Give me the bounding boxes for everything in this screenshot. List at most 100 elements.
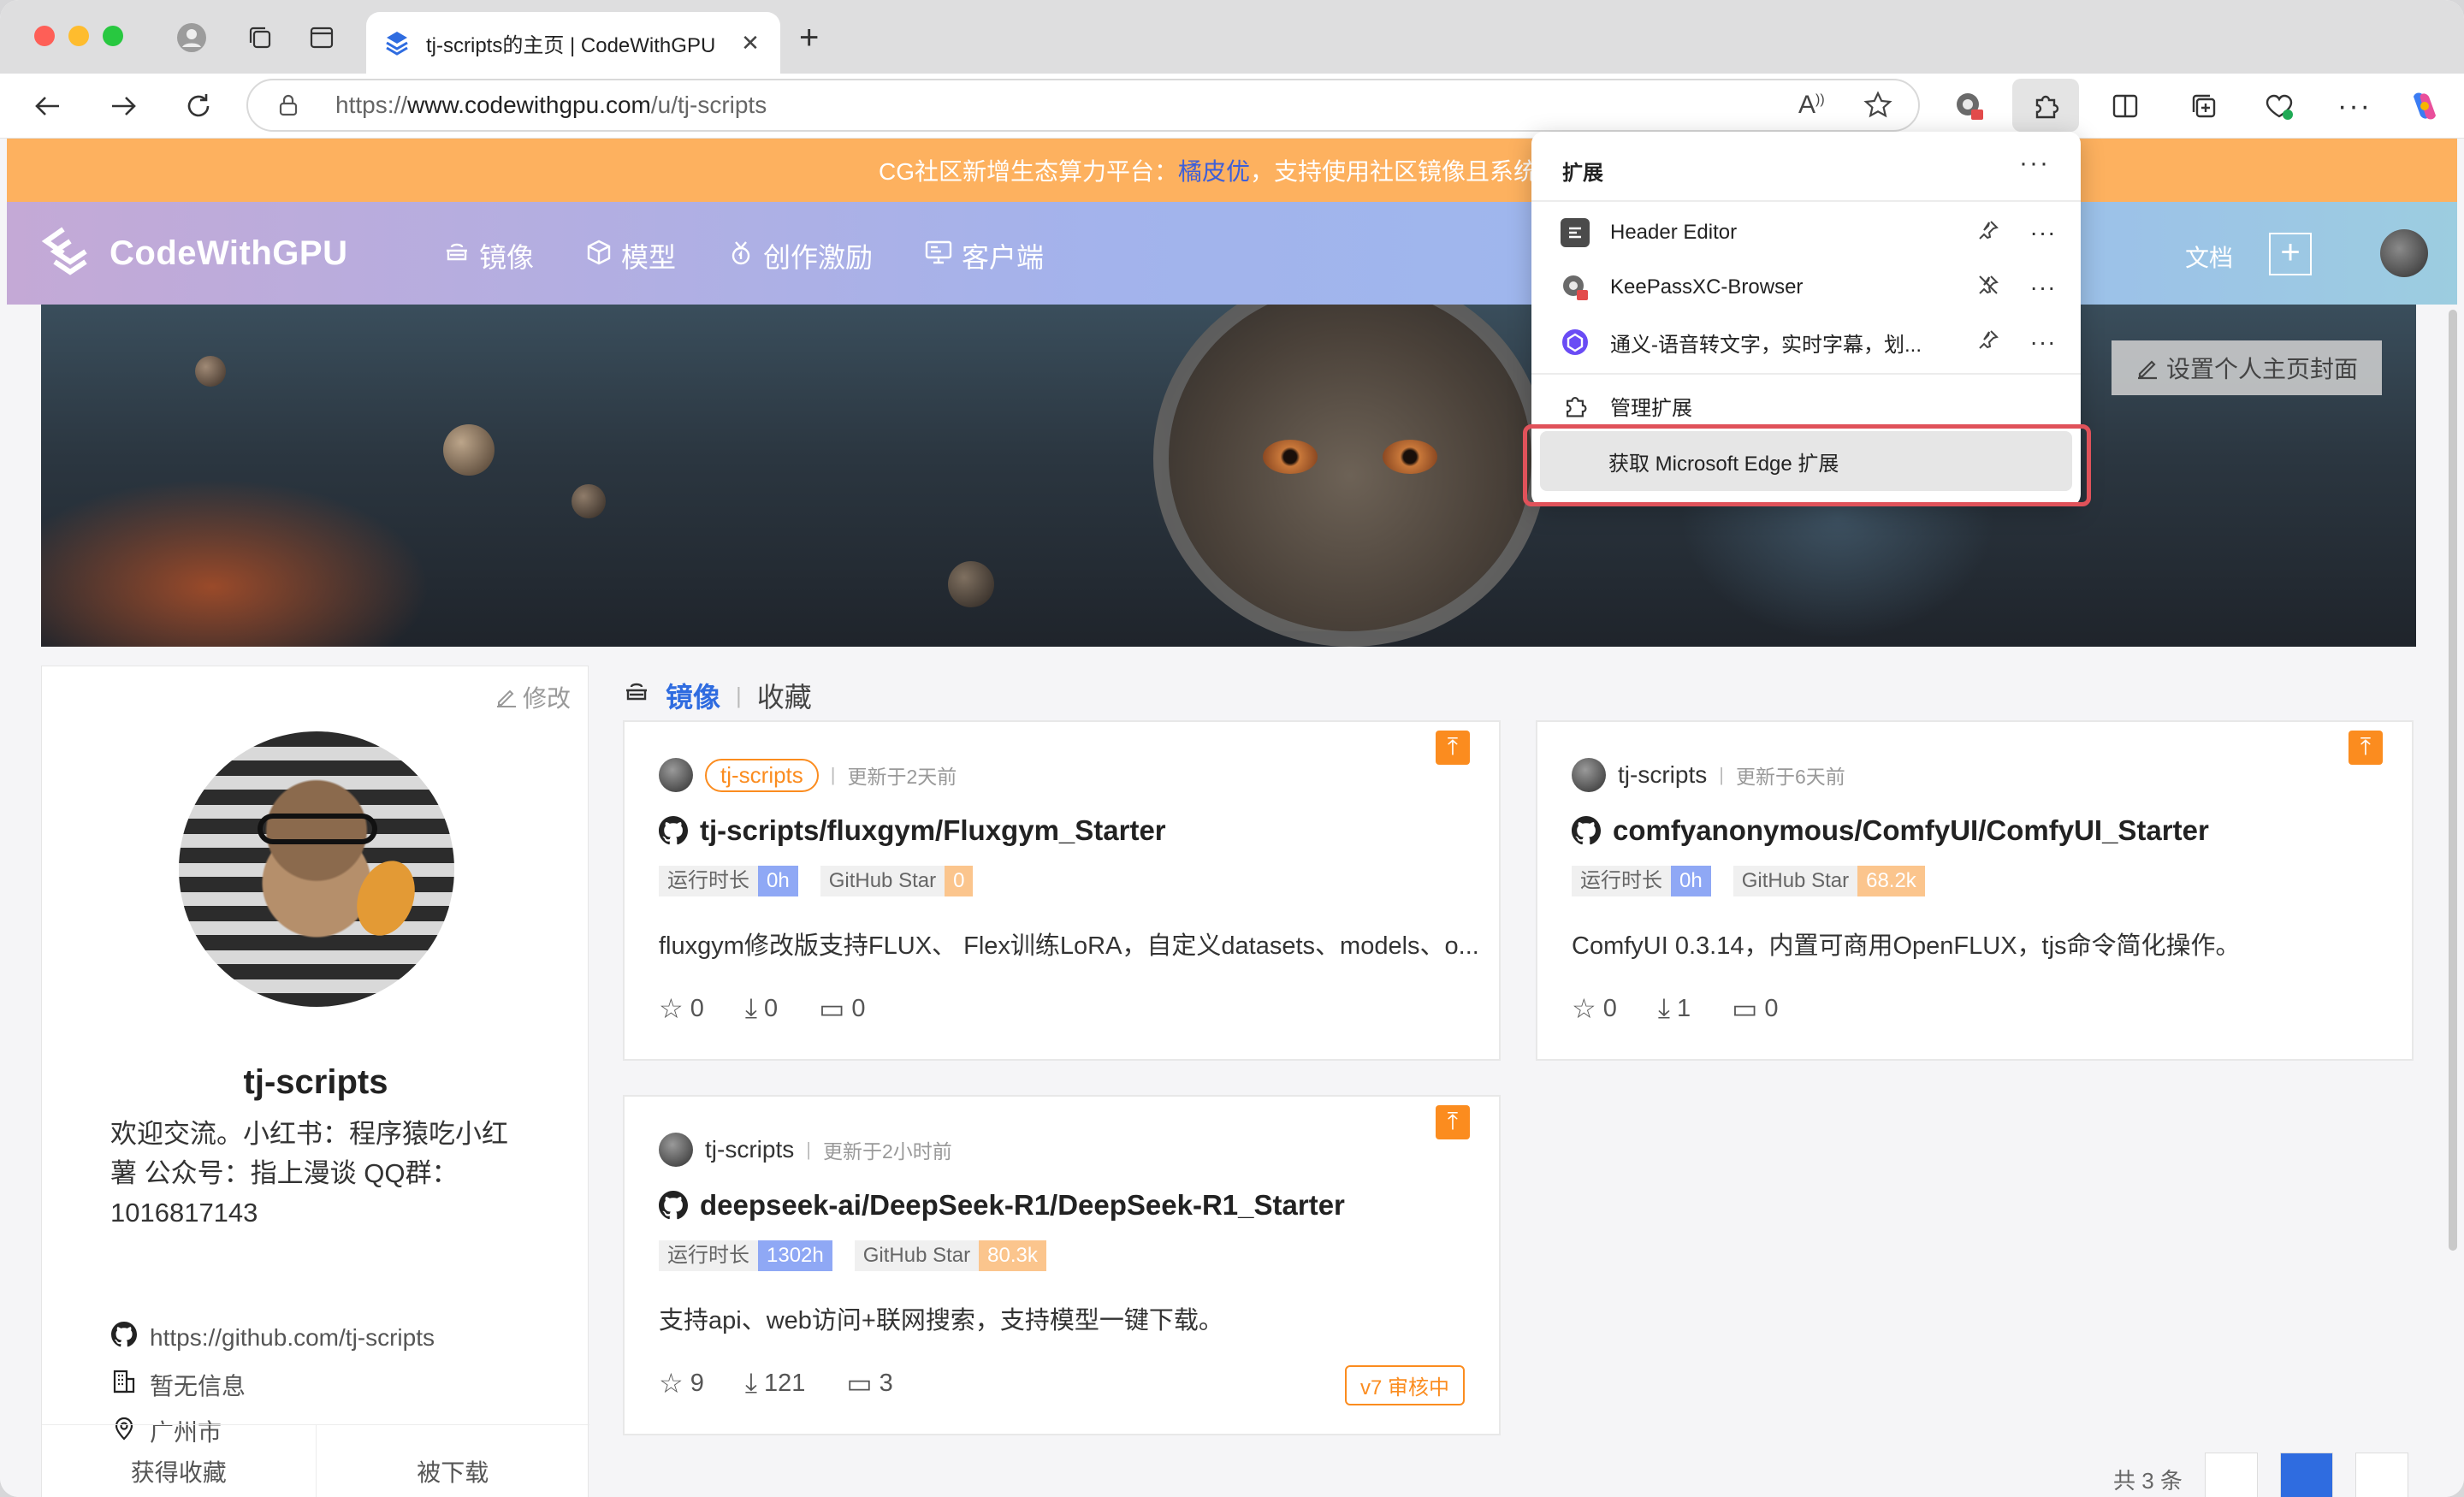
new-tab-button[interactable]: + — [799, 19, 819, 57]
profile-github-row[interactable]: https://github.com/tj-scripts — [110, 1322, 435, 1354]
download-icon: ⤓ — [744, 1367, 757, 1398]
pin-top-icon[interactable]: ⤒ — [2348, 731, 2383, 765]
tab-images[interactable]: 镜像 — [666, 676, 720, 715]
user-avatar[interactable] — [2380, 229, 2428, 277]
extension-more-icon[interactable]: ··· — [2026, 328, 2060, 356]
site-nav-client[interactable]: 客户端 — [924, 236, 1044, 275]
star-outline-icon: ☆ — [1572, 993, 1596, 1024]
star-stat[interactable]: ☆ 9 — [659, 1367, 704, 1399]
site-logo[interactable]: CodeWithGPU — [38, 224, 347, 282]
owner-name[interactable]: tj-scripts — [705, 1136, 794, 1163]
site-nav-rewards[interactable]: 创作激励 — [727, 236, 873, 275]
comment-stat[interactable]: ▭ 0 — [819, 992, 865, 1025]
extensions-popup-more-icon[interactable]: ··· — [2019, 149, 2050, 178]
tab-favorites[interactable]: 收藏 — [757, 676, 812, 715]
read-aloud-icon[interactable]: A)) — [1798, 91, 1825, 120]
split-screen-icon[interactable] — [2105, 86, 2146, 127]
planet-image — [443, 424, 495, 476]
pagination: 共 3 条 — [2113, 1453, 2408, 1497]
pin-icon[interactable] — [1971, 219, 2005, 247]
received-favorites-stat[interactable]: 获得收藏 — [42, 1425, 316, 1497]
updated-time: 更新于2小时前 — [822, 1140, 952, 1163]
repo-card[interactable]: ⤒ tj-scripts | 更新于2天前 tj-scripts/fluxgym… — [623, 720, 1501, 1061]
close-window-button[interactable] — [34, 26, 55, 46]
github-star-tag: GitHub Star 80.3k — [854, 1240, 1046, 1271]
repo-card-header: tj-scripts | 更新于6天前 — [1572, 758, 1845, 792]
copilot-icon[interactable] — [2404, 86, 2445, 127]
back-icon[interactable] — [27, 86, 68, 127]
workspaces-icon[interactable] — [245, 22, 275, 53]
star-stat[interactable]: ☆ 0 — [659, 992, 704, 1025]
owner-name[interactable]: tj-scripts — [1618, 761, 1707, 789]
puzzle-icon — [2035, 95, 2059, 119]
pin-top-icon[interactable]: ⤒ — [1436, 731, 1470, 765]
pencil-icon — [2137, 360, 2157, 380]
pin-icon[interactable] — [1971, 328, 2005, 357]
repo-title[interactable]: comfyanonymous/ComfyUI/ComfyUI_Starter — [1572, 814, 2209, 847]
extension-item-tongyi[interactable]: 通义-语音转文字，实时字幕，划... ··· — [1531, 315, 2081, 370]
next-page-button[interactable] — [2354, 1453, 2408, 1497]
tab-close-icon[interactable]: ✕ — [737, 30, 763, 56]
extension-more-icon[interactable]: ··· — [2026, 219, 2060, 246]
create-plus-button[interactable]: + — [2269, 233, 2312, 275]
extension-item-keepassxc[interactable]: KeePassXC-Browser ··· — [1531, 260, 2081, 315]
keepassxc-toolbar-icon[interactable] — [1949, 86, 1990, 127]
announcement-highlight-link[interactable]: 橘皮优 — [1178, 153, 1250, 187]
star-stat[interactable]: ☆ 0 — [1572, 992, 1617, 1025]
planet-image — [572, 484, 606, 518]
repo-card-header: tj-scripts | 更新于2天前 — [659, 758, 957, 792]
collections-icon[interactable] — [2183, 86, 2224, 127]
download-stat[interactable]: ⤓ 1 — [1658, 992, 1691, 1025]
page-1-button[interactable] — [2279, 1453, 2333, 1497]
repo-card-header: tj-scripts | 更新于2小时前 — [659, 1133, 952, 1167]
unpinned-icon[interactable] — [1971, 274, 2005, 302]
announcement-bar[interactable]: CG社区新增生态算力平台： 橘皮优 ，支持使用社区镜像且系统盘免 — [7, 139, 2457, 202]
browser-essentials-icon[interactable] — [2259, 86, 2300, 127]
minimize-window-button[interactable] — [68, 26, 89, 46]
page-scrollbar[interactable] — [2449, 310, 2457, 1251]
vertical-tabs-icon[interactable] — [306, 22, 337, 53]
downloads-stat[interactable]: 被下载 — [315, 1425, 590, 1497]
avatar-glasses — [258, 814, 377, 844]
lock-icon[interactable] — [279, 94, 298, 116]
profile-company-row: 暂无信息 — [110, 1368, 246, 1402]
extension-item-header-editor[interactable]: Header Editor ··· — [1531, 205, 2081, 260]
total-count: 共 3 条 — [2113, 1467, 2183, 1494]
set-cover-button[interactable]: 设置个人主页封面 — [2112, 340, 2382, 395]
repo-card[interactable]: ⤒ tj-scripts | 更新于2小时前 deepseek-ai/DeepS… — [623, 1095, 1501, 1435]
download-stat[interactable]: ⤓ 121 — [745, 1367, 806, 1399]
extension-more-icon[interactable]: ··· — [2026, 274, 2060, 301]
maximize-window-button[interactable] — [103, 26, 123, 46]
refresh-icon[interactable] — [178, 86, 219, 127]
prev-page-button[interactable] — [2204, 1453, 2258, 1497]
repo-title[interactable]: deepseek-ai/DeepSeek-R1/DeepSeek-R1_Star… — [659, 1189, 1345, 1222]
comment-stat[interactable]: ▭ 3 — [846, 1367, 892, 1399]
extensions-button[interactable] — [2012, 79, 2079, 132]
url-text[interactable]: https://www.codewithgpu.com/u/tj-scripts — [335, 92, 767, 119]
address-bar[interactable]: https://www.codewithgpu.com/u/tj-scripts… — [246, 79, 1920, 132]
docs-link[interactable]: 文档 — [2185, 240, 2233, 274]
forward-icon[interactable] — [103, 86, 144, 127]
astronaut-cat-image — [1153, 305, 1547, 647]
github-icon — [659, 816, 688, 845]
owner-tag[interactable]: tj-scripts — [705, 758, 819, 792]
repo-card[interactable]: ⤒ tj-scripts | 更新于6天前 comfyanonymous/Com… — [1536, 720, 2414, 1061]
favorite-star-icon[interactable] — [1863, 91, 1892, 127]
site-nav-images[interactable]: 镜像 — [443, 236, 534, 275]
cat-eye — [1383, 440, 1437, 474]
comment-icon: ▭ — [846, 1368, 873, 1399]
repo-title[interactable]: tj-scripts/fluxgym/Fluxgym_Starter — [659, 814, 1166, 847]
repo-stats: ☆ 0 ⤓ 1 ▭ 0 — [1572, 992, 1779, 1025]
repo-description: fluxgym修改版支持FLUX、 Flex训练LoRA，自定义datasets… — [659, 932, 1479, 960]
comment-stat[interactable]: ▭ 0 — [1732, 992, 1778, 1025]
profile-bio: 欢迎交流。小红书：程序猿吃小红薯 公众号：指上漫谈 QQ群：1016817143 — [110, 1119, 508, 1228]
pin-top-icon[interactable]: ⤒ — [1436, 1105, 1470, 1139]
profile-icon[interactable] — [176, 22, 207, 53]
updated-time: 更新于2天前 — [847, 766, 957, 788]
edit-profile-link[interactable]: 修改 — [495, 680, 571, 714]
more-menu-icon[interactable]: ··· — [2334, 86, 2375, 127]
owner-avatar — [659, 1133, 693, 1167]
download-stat[interactable]: ⤓ 0 — [745, 992, 778, 1025]
site-nav-models[interactable]: 模型 — [585, 236, 676, 275]
active-tab[interactable]: tj-scripts的主页 | CodeWithGPU ✕ — [366, 12, 780, 74]
